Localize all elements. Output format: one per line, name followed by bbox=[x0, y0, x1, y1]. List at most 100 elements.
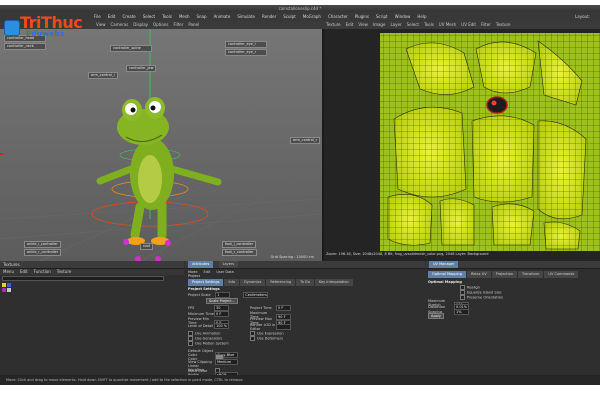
texture-swatch-gray[interactable] bbox=[7, 288, 11, 292]
field-label: Render LOD in Editor bbox=[250, 323, 276, 331]
uv-manager-tab[interactable]: Relax UV bbox=[466, 271, 491, 278]
logo-badge-icon bbox=[4, 20, 20, 36]
uv-menu-item[interactable]: Select bbox=[407, 21, 419, 29]
uv-menu-item[interactable]: Texture bbox=[326, 21, 341, 29]
uv-menu-item[interactable]: Image bbox=[373, 21, 386, 29]
uv-manager-tab[interactable]: UV Commands bbox=[544, 271, 579, 278]
uv-manager-tab[interactable]: Projection bbox=[491, 271, 517, 278]
textures-menu-item[interactable]: Edit bbox=[20, 269, 28, 274]
tab-attributes[interactable]: Attributes bbox=[188, 261, 214, 268]
uv-menu-item[interactable]: UV Edit bbox=[461, 21, 476, 29]
checkbox-label: Realign bbox=[467, 285, 480, 290]
menu-item[interactable]: File bbox=[94, 12, 101, 21]
callout-label[interactable]: controller_jaw bbox=[126, 65, 157, 72]
callout-label[interactable]: controller_eye_l bbox=[225, 41, 267, 48]
uv-menu-item[interactable]: UV Mesh bbox=[439, 21, 456, 29]
menu-item[interactable]: Character bbox=[328, 12, 348, 21]
application-window: cainstalloneslip.c4d * File Edit Create Sel… bbox=[0, 5, 600, 385]
field-input[interactable]: 100 % bbox=[214, 323, 229, 329]
callout-label[interactable]: controller_spine bbox=[110, 45, 152, 52]
tab-layers[interactable]: Layers bbox=[218, 261, 239, 268]
project-scale-label: Project Scale bbox=[188, 293, 211, 297]
viewport-menu-item[interactable]: Panel bbox=[188, 21, 199, 29]
callout-label[interactable]: root bbox=[140, 243, 154, 250]
uv-menu-item[interactable]: Edit bbox=[346, 21, 354, 29]
uv-manager-tabs: Optimal Mapping Relax UV Projection Transfo… bbox=[428, 271, 579, 278]
menu-item[interactable]: Help bbox=[417, 12, 426, 21]
attributes-tab[interactable]: Info bbox=[224, 279, 240, 286]
viewport-menu-item[interactable]: Filter bbox=[173, 21, 183, 29]
texture-swatch-yellow[interactable] bbox=[2, 283, 6, 287]
uv-menu-item[interactable]: Tools bbox=[424, 21, 434, 29]
uv-manager-tab[interactable]: Transform bbox=[517, 271, 544, 278]
menu-item[interactable]: Create bbox=[122, 12, 135, 21]
viewport-menu-item[interactable]: View bbox=[96, 21, 106, 29]
menu-item[interactable]: MoGraph bbox=[303, 12, 321, 21]
uv-manager-section: Optimal Mapping bbox=[428, 280, 462, 284]
attributes-tab[interactable]: Dynamics bbox=[240, 279, 266, 286]
section-title: Project Settings bbox=[188, 287, 220, 291]
menu-item[interactable]: Plugins bbox=[355, 12, 369, 21]
callout-label[interactable]: arm_control_r bbox=[290, 137, 321, 144]
uv-menu-item[interactable]: View bbox=[358, 21, 368, 29]
viewport-menu-item[interactable]: Cameras bbox=[111, 21, 129, 29]
uv-manager-header: UV Manager bbox=[426, 261, 600, 269]
checks-left: Use Animation Use Generators Use Motion Sy… bbox=[188, 331, 229, 346]
checkbox[interactable] bbox=[188, 341, 193, 346]
menu-item[interactable]: Snap bbox=[196, 12, 206, 21]
field-label: FPS bbox=[188, 306, 195, 310]
attributes-menu-item[interactable]: User Data bbox=[216, 270, 233, 274]
menu-item[interactable]: Animate bbox=[214, 12, 231, 21]
menu-item[interactable]: Simulate bbox=[237, 12, 255, 21]
callout-label[interactable]: ankle_r_controller bbox=[24, 249, 62, 256]
menu-item[interactable]: Mesh bbox=[179, 12, 190, 21]
scale-project-button[interactable]: Scale Project... bbox=[206, 298, 238, 304]
attributes-menu-item[interactable]: Edit bbox=[204, 270, 211, 274]
uv-menu-item[interactable]: Layer bbox=[390, 21, 401, 29]
viewport-menu-item[interactable]: Options bbox=[153, 21, 168, 29]
project-scale-unit-select[interactable]: Centimeters bbox=[243, 292, 269, 298]
texture-swatch-purple[interactable] bbox=[2, 288, 6, 292]
uv-manager-title[interactable]: UV Manager bbox=[429, 261, 459, 268]
callout-label[interactable]: arm_control_l bbox=[88, 72, 118, 79]
callout-label[interactable]: ankle_l_controller bbox=[24, 241, 61, 248]
menu-item[interactable]: Window bbox=[395, 12, 411, 21]
uv-texture-canvas bbox=[380, 33, 600, 251]
field-label: Level of Detail bbox=[188, 324, 214, 328]
uv-manager-fields: Maximum Stretch100Distortion0.01%Spacing… bbox=[428, 299, 469, 315]
textures-search-input[interactable] bbox=[2, 276, 164, 281]
callout-label[interactable]: controller_eye_r bbox=[225, 49, 267, 56]
checkbox[interactable] bbox=[250, 336, 255, 341]
uv-editor-panel[interactable]: Zoom: 196.16, Size: 2048x2048, 8 Bit, fr… bbox=[322, 29, 600, 261]
menu-item[interactable]: Select bbox=[143, 12, 155, 21]
menu-item[interactable]: Script bbox=[376, 12, 388, 21]
callout-label[interactable]: foot_l_controller bbox=[222, 241, 257, 248]
viewport-menu-item[interactable]: Display bbox=[133, 21, 148, 29]
textures-menu-item[interactable]: Function bbox=[34, 269, 51, 274]
field-input[interactable] bbox=[276, 324, 291, 330]
menu-item[interactable]: Sculpt bbox=[283, 12, 296, 21]
attributes-tab[interactable]: To Do bbox=[296, 279, 314, 286]
attributes-tab[interactable]: Referencing bbox=[266, 279, 296, 286]
menu-items: File Edit Create Select Tools Mesh Snap Animate… bbox=[94, 12, 434, 21]
texture-swatch-blue[interactable] bbox=[7, 283, 11, 287]
field-input[interactable]: 1% bbox=[454, 309, 469, 315]
callout-label[interactable]: controller_neck bbox=[4, 43, 46, 50]
layout-label[interactable]: Layout: bbox=[575, 12, 590, 21]
apply-button[interactable]: Apply bbox=[428, 313, 444, 319]
uv-menu-item[interactable]: Filter bbox=[481, 21, 491, 29]
callout-label[interactable]: foot_r_controller bbox=[222, 249, 257, 256]
menu-item[interactable]: Render bbox=[262, 12, 276, 21]
attributes-tab[interactable]: Project Settings bbox=[188, 279, 224, 286]
uv-menu-item[interactable]: Texture bbox=[496, 21, 511, 29]
field-row: Level of Detail 100 % bbox=[188, 323, 229, 329]
textures-menu-item[interactable]: Menu bbox=[3, 269, 14, 274]
textures-menu-item[interactable]: Texture bbox=[57, 269, 72, 274]
checkbox-row: Use Deformers bbox=[250, 336, 284, 341]
menu-item[interactable]: Edit bbox=[108, 12, 116, 21]
menu-item[interactable]: Tools bbox=[162, 12, 172, 21]
uv-manager-tab[interactable]: Optimal Mapping bbox=[428, 271, 466, 278]
3d-viewport[interactable]: controller_head controller_neck controll… bbox=[0, 29, 322, 261]
attributes-panel-header: Attributes Layers bbox=[185, 261, 425, 269]
attributes-tab[interactable]: Key Interpolation bbox=[314, 279, 353, 286]
